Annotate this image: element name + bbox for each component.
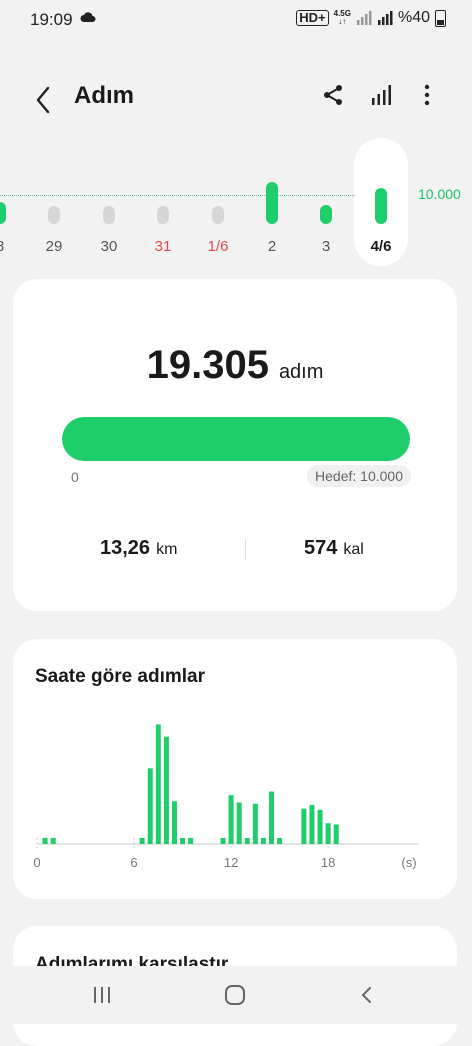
- hourly-bar: [180, 837, 186, 844]
- goal-progress-bar: [62, 417, 410, 461]
- system-nav-bar: [0, 966, 472, 1024]
- steps-unit: adım: [278, 361, 324, 383]
- hourly-bar: [325, 823, 331, 844]
- calories-unit: kal: [343, 541, 364, 558]
- hourly-bar: [301, 808, 307, 844]
- x-tick-label: 18: [321, 855, 335, 870]
- goal-label: 10.000: [418, 186, 461, 202]
- day-column-5[interactable]: 2: [247, 138, 297, 268]
- hourly-steps-chart: 0 6 12 18 (s): [33, 724, 419, 870]
- day-column-3[interactable]: 31: [138, 138, 188, 268]
- share-button[interactable]: [316, 78, 350, 112]
- day-bar: [266, 181, 278, 224]
- goal-progress-fill: [62, 417, 410, 461]
- hourly-bar: [277, 837, 283, 844]
- hourly-bar: [188, 837, 194, 844]
- day-bar: [103, 206, 115, 224]
- hourly-bar: [244, 837, 250, 844]
- hourly-bar: [333, 824, 339, 844]
- x-axis-unit: (s): [401, 855, 416, 870]
- day-label: 2: [267, 238, 277, 255]
- nav-back-icon: [361, 987, 371, 1003]
- hourly-bar: [139, 837, 145, 844]
- day-label: 31: [154, 238, 172, 255]
- battery-icon: [435, 9, 446, 27]
- stats-button[interactable]: [365, 78, 399, 112]
- calories-stat: 574 kal: [304, 537, 364, 560]
- hourly-bar: [252, 803, 258, 844]
- day-column-4[interactable]: 1/6: [193, 138, 243, 268]
- signal-icon: [356, 11, 372, 25]
- weekly-steps-chart[interactable]: 10.000 8 29 30 31 1/6 2 3 4/6: [0, 138, 472, 268]
- hourly-bar: [260, 837, 266, 844]
- app-header: Adım: [0, 70, 472, 120]
- battery-percent: %40: [397, 9, 430, 26]
- day-bar: [212, 206, 224, 224]
- hourly-bar: [228, 795, 234, 844]
- share-icon: [324, 85, 342, 105]
- hourly-bar: [269, 791, 275, 844]
- distance-value: 13,26: [100, 537, 151, 559]
- distance-unit: km: [156, 541, 178, 558]
- x-tick-label: 0: [33, 855, 40, 870]
- hourly-bar: [309, 804, 315, 844]
- back-button[interactable]: [28, 76, 62, 116]
- day-bar: [0, 201, 6, 224]
- hourly-bar: [163, 736, 169, 844]
- day-label: 29: [45, 238, 63, 255]
- day-label: 30: [100, 238, 118, 255]
- cloud-icon: [80, 10, 96, 29]
- progress-min-label: 0: [71, 469, 79, 485]
- hourly-bar: [317, 809, 323, 844]
- day-label: 3: [321, 238, 331, 255]
- stat-divider: [245, 539, 246, 561]
- day-column-7[interactable]: 4/6: [356, 138, 406, 268]
- day-bar: [157, 206, 169, 224]
- hourly-bar: [171, 801, 177, 844]
- hourly-bar: [147, 768, 153, 844]
- day-column-6[interactable]: 3: [301, 138, 351, 268]
- hourly-bar: [236, 802, 242, 844]
- calories-value: 574: [304, 537, 338, 559]
- bar-chart-icon: [372, 85, 391, 105]
- home-button[interactable]: [215, 980, 255, 1010]
- signal-icon-2: [377, 11, 393, 25]
- day-column-1[interactable]: 29: [29, 138, 79, 268]
- nav-back-button[interactable]: [347, 980, 387, 1010]
- hourly-bar: [220, 837, 226, 844]
- day-label: 1/6: [207, 238, 229, 255]
- steps-total: 19.305 adım: [13, 343, 457, 388]
- back-arrow-icon: [36, 86, 50, 114]
- status-icons: HD+ 4.5G ↓↑ %40: [296, 9, 446, 27]
- recent-apps-button[interactable]: [82, 980, 122, 1010]
- home-icon: [225, 985, 245, 1005]
- recent-apps-icon: [94, 987, 110, 1003]
- steps-count: 19.305: [146, 343, 269, 387]
- day-column-2[interactable]: 30: [84, 138, 134, 268]
- summary-card: 19.305 adım 0 Hedef: 10.000 13,26 km 574 ka…: [13, 279, 457, 611]
- network-type: 4.5G ↓↑: [333, 9, 351, 26]
- x-tick-label: 12: [224, 855, 238, 870]
- day-bar: [375, 187, 387, 224]
- hourly-bar: [155, 724, 161, 844]
- day-label: 4/6: [370, 238, 392, 255]
- hourly-bar: [42, 837, 48, 844]
- day-bar: [48, 206, 60, 224]
- day-bar: [320, 205, 332, 224]
- status-bar: 19:09 HD+ 4.5G ↓↑ %40: [0, 0, 472, 40]
- hd-voice-badge: HD+: [296, 10, 329, 26]
- hourly-bar: [50, 837, 56, 844]
- day-column-0[interactable]: 8: [0, 138, 25, 268]
- goal-badge: Hedef: 10.000: [307, 465, 411, 487]
- x-tick-label: 6: [130, 855, 137, 870]
- hourly-steps-card[interactable]: Saate göre adımlar 0 6 12 18 (s): [13, 639, 457, 899]
- day-label: 8: [0, 238, 25, 255]
- distance-stat: 13,26 km: [100, 537, 177, 560]
- status-time: 19:09: [30, 10, 73, 29]
- more-vertical-icon: [424, 84, 430, 106]
- page-title: Adım: [74, 82, 134, 109]
- more-options-button[interactable]: [410, 78, 444, 112]
